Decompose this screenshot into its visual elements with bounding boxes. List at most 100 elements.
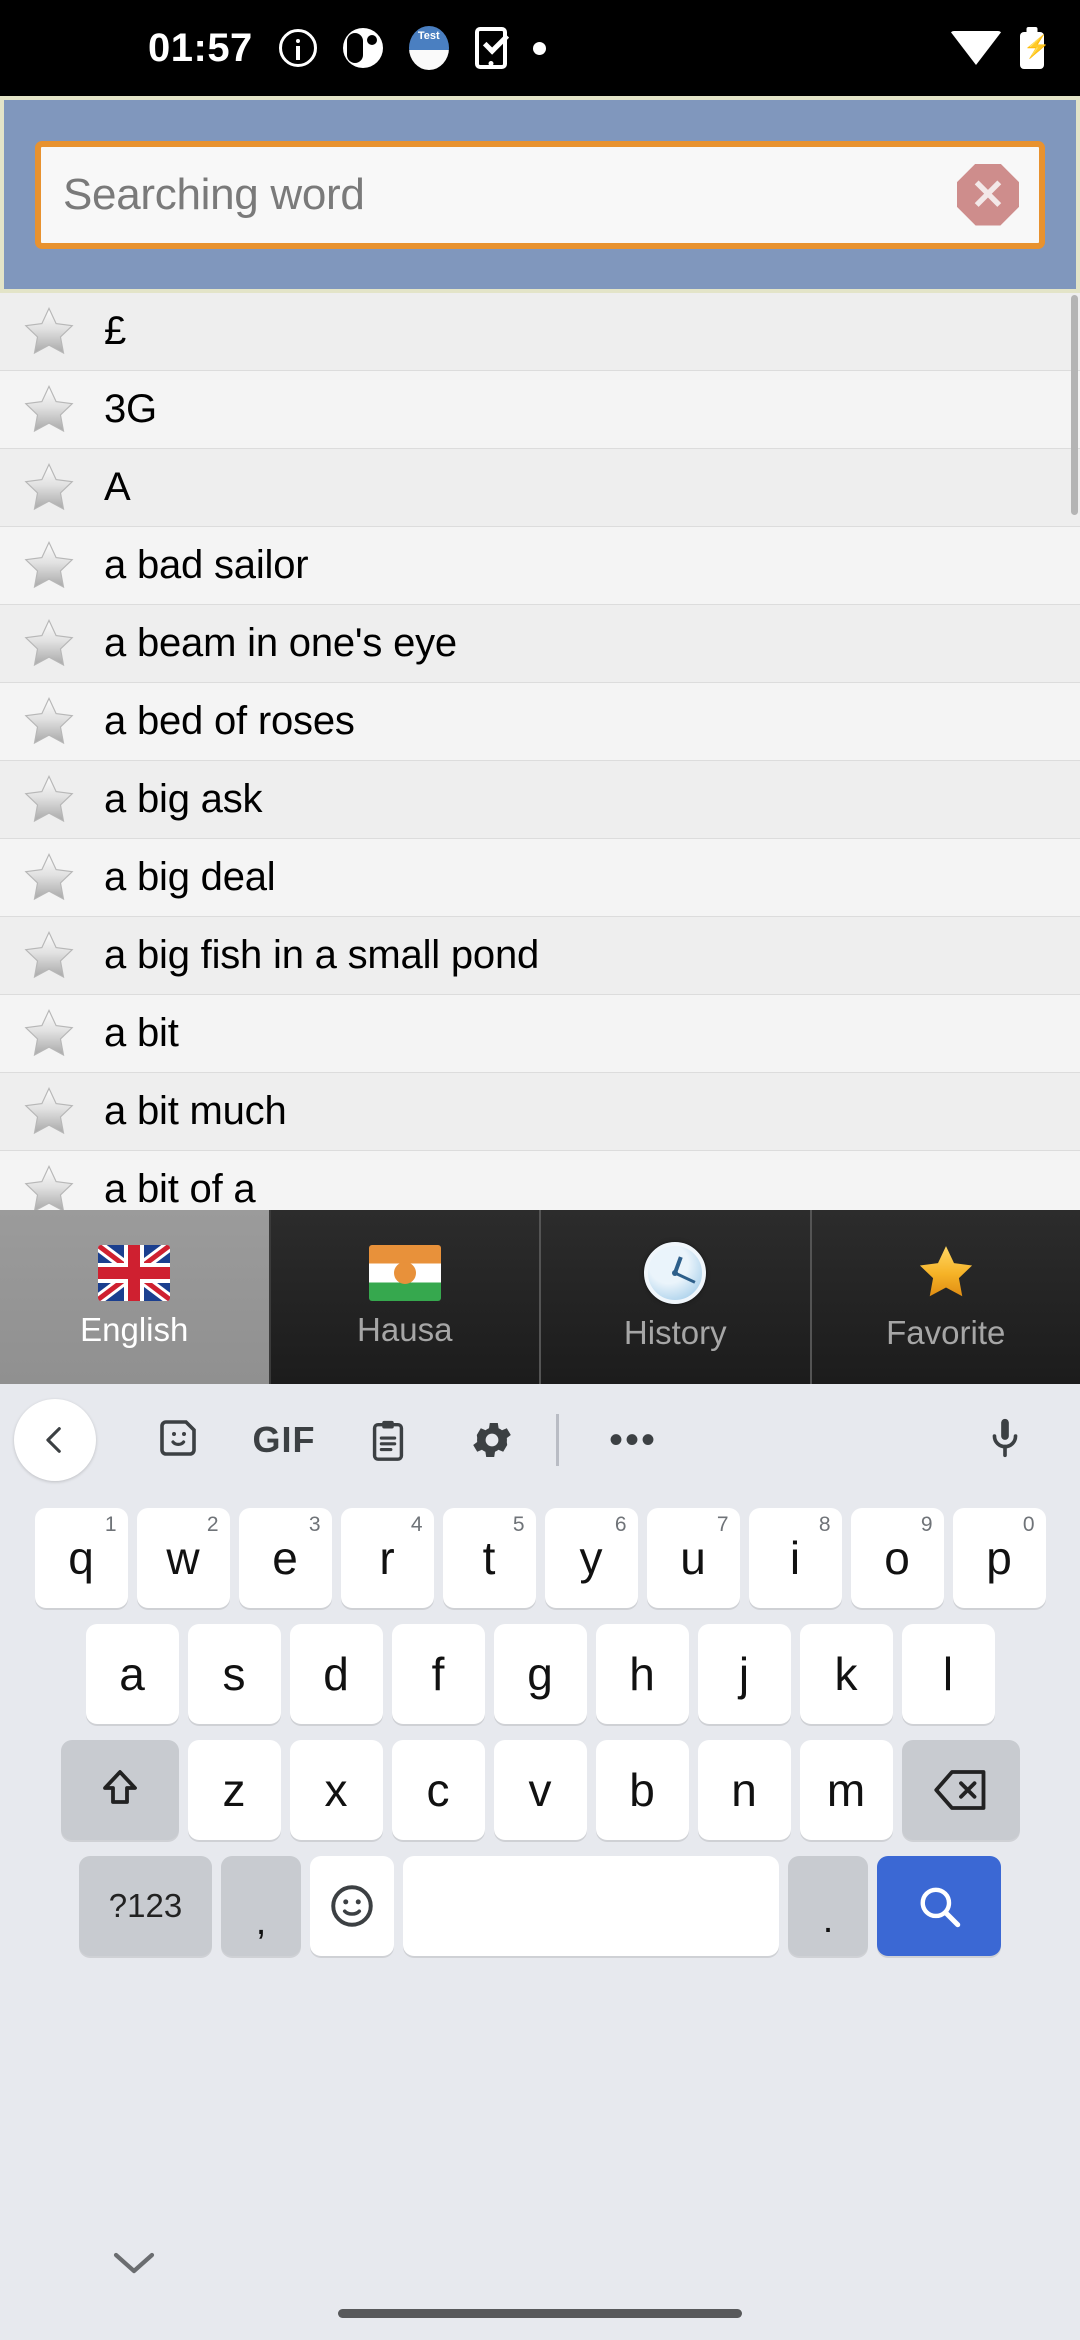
favorite-star-icon[interactable]: [20, 616, 78, 672]
favorite-star-icon[interactable]: [20, 1006, 78, 1062]
word-list-item[interactable]: A: [0, 449, 1080, 527]
key-label: s: [222, 1648, 246, 1700]
key-i[interactable]: 8i: [748, 1508, 842, 1608]
shift-key-icon[interactable]: [60, 1740, 179, 1840]
backspace-key-icon[interactable]: [901, 1740, 1020, 1840]
favorite-star-icon[interactable]: [20, 1084, 78, 1140]
word-list-item[interactable]: a bed of roses: [0, 683, 1080, 761]
key-n[interactable]: n: [697, 1740, 791, 1840]
favorite-star-icon[interactable]: [20, 850, 78, 906]
more-options-icon[interactable]: •••: [581, 1420, 685, 1460]
key-label: m: [826, 1764, 866, 1816]
chevron-down-icon[interactable]: [110, 2248, 158, 2283]
word-label: a bad sailor: [104, 543, 309, 587]
key-o[interactable]: 9o: [850, 1508, 944, 1608]
tab-favorite[interactable]: Favorite: [811, 1210, 1080, 1384]
key-p[interactable]: 0p: [952, 1508, 1046, 1608]
search-icon[interactable]: [877, 1856, 1001, 1956]
key-hint: 0: [1022, 1513, 1035, 1536]
favorite-star-icon[interactable]: [20, 1162, 78, 1210]
favorite-star-icon[interactable]: [20, 460, 78, 516]
home-gesture-bar[interactable]: [338, 2309, 742, 2318]
clear-search-button[interactable]: ✕: [957, 163, 1019, 226]
key-x[interactable]: x: [289, 1740, 383, 1840]
test-app-icon: Test: [408, 26, 449, 70]
search-input[interactable]: Searching word ✕: [35, 140, 1045, 249]
key-h[interactable]: h: [595, 1624, 689, 1724]
key-s[interactable]: s: [187, 1624, 281, 1724]
word-list-item[interactable]: a bit: [0, 995, 1080, 1073]
key-b[interactable]: b: [595, 1740, 689, 1840]
favorite-star-icon[interactable]: [20, 304, 78, 360]
sticker-icon[interactable]: [128, 1416, 232, 1464]
key-label: h: [629, 1648, 655, 1700]
microphone-icon[interactable]: [982, 1412, 1028, 1469]
keyboard-row-4: ?123 , .: [0, 1852, 1080, 1960]
period-key[interactable]: .: [788, 1856, 868, 1956]
key-r[interactable]: 4r: [340, 1508, 434, 1608]
key-label: w: [166, 1532, 200, 1584]
key-z[interactable]: z: [187, 1740, 281, 1840]
word-list-item[interactable]: a big deal: [0, 839, 1080, 917]
key-m[interactable]: m: [799, 1740, 893, 1840]
word-list-item[interactable]: a beam in one's eye: [0, 605, 1080, 683]
favorite-star-icon[interactable]: [20, 928, 78, 984]
key-v[interactable]: v: [493, 1740, 587, 1840]
favorite-star-icon[interactable]: [20, 382, 78, 438]
tab-label-hausa: Hausa: [357, 1311, 453, 1348]
comma-key[interactable]: ,: [221, 1856, 301, 1956]
key-label: q: [68, 1532, 94, 1584]
key-e[interactable]: 3e: [238, 1508, 332, 1608]
key-y[interactable]: 6y: [544, 1508, 638, 1608]
word-list-item[interactable]: 3G: [0, 371, 1080, 449]
clipboard-icon[interactable]: [336, 1417, 440, 1463]
key-t[interactable]: 5t: [442, 1508, 536, 1608]
favorite-star-icon[interactable]: [20, 772, 78, 828]
word-list-item[interactable]: a big ask: [0, 761, 1080, 839]
key-hint: 9: [920, 1513, 933, 1536]
emoji-smiley-icon[interactable]: [310, 1856, 394, 1956]
key-label: k: [834, 1648, 858, 1700]
key-hint: 5: [512, 1513, 525, 1536]
favorite-star-icon[interactable]: [20, 694, 78, 750]
gesture-nav-bar: [0, 2220, 1080, 2340]
key-k[interactable]: k: [799, 1624, 893, 1724]
symbols-key[interactable]: ?123: [79, 1856, 212, 1956]
key-g[interactable]: g: [493, 1624, 587, 1724]
key-d[interactable]: d: [289, 1624, 383, 1724]
app-header: Searching word ✕: [0, 96, 1080, 293]
key-c[interactable]: c: [391, 1740, 485, 1840]
back-chevron-icon[interactable]: [14, 1399, 96, 1481]
gif-icon[interactable]: GIF: [232, 1419, 336, 1461]
tab-english[interactable]: English: [0, 1210, 271, 1384]
key-label: t: [482, 1532, 496, 1584]
word-list-item[interactable]: a bad sailor: [0, 527, 1080, 605]
tab-history[interactable]: History: [541, 1210, 812, 1384]
tab-label-favorite: Favorite: [886, 1314, 1006, 1351]
key-l[interactable]: l: [901, 1624, 995, 1724]
key-label: i: [789, 1532, 801, 1584]
key-a[interactable]: a: [85, 1624, 179, 1724]
key-w[interactable]: 2w: [136, 1508, 230, 1608]
tab-label-english: English: [80, 1311, 189, 1348]
favorite-star-icon[interactable]: [20, 538, 78, 594]
settings-gear-icon[interactable]: [440, 1416, 544, 1464]
key-q[interactable]: 1q: [34, 1508, 128, 1608]
word-label: a bit: [104, 1011, 179, 1055]
key-label: o: [884, 1532, 910, 1584]
key-label: j: [738, 1648, 750, 1700]
space-key[interactable]: [403, 1856, 779, 1956]
tab-hausa[interactable]: Hausa: [270, 1210, 541, 1384]
word-list-item[interactable]: a bit much: [0, 1073, 1080, 1151]
key-j[interactable]: j: [697, 1624, 791, 1724]
word-list[interactable]: £3G Aa bad sailor a beam in one's eye a bed…: [0, 293, 1080, 1210]
key-hint: 2: [206, 1513, 219, 1536]
word-list-item[interactable]: a big fish in a small pond: [0, 917, 1080, 995]
word-list-item[interactable]: a bit of a: [0, 1151, 1080, 1210]
key-f[interactable]: f: [391, 1624, 485, 1724]
battery-charging-icon: [1020, 27, 1050, 69]
key-u[interactable]: 7u: [646, 1508, 740, 1608]
key-label: p: [986, 1532, 1012, 1584]
list-scrollbar[interactable]: [1071, 295, 1078, 515]
word-list-item[interactable]: £: [0, 293, 1080, 371]
